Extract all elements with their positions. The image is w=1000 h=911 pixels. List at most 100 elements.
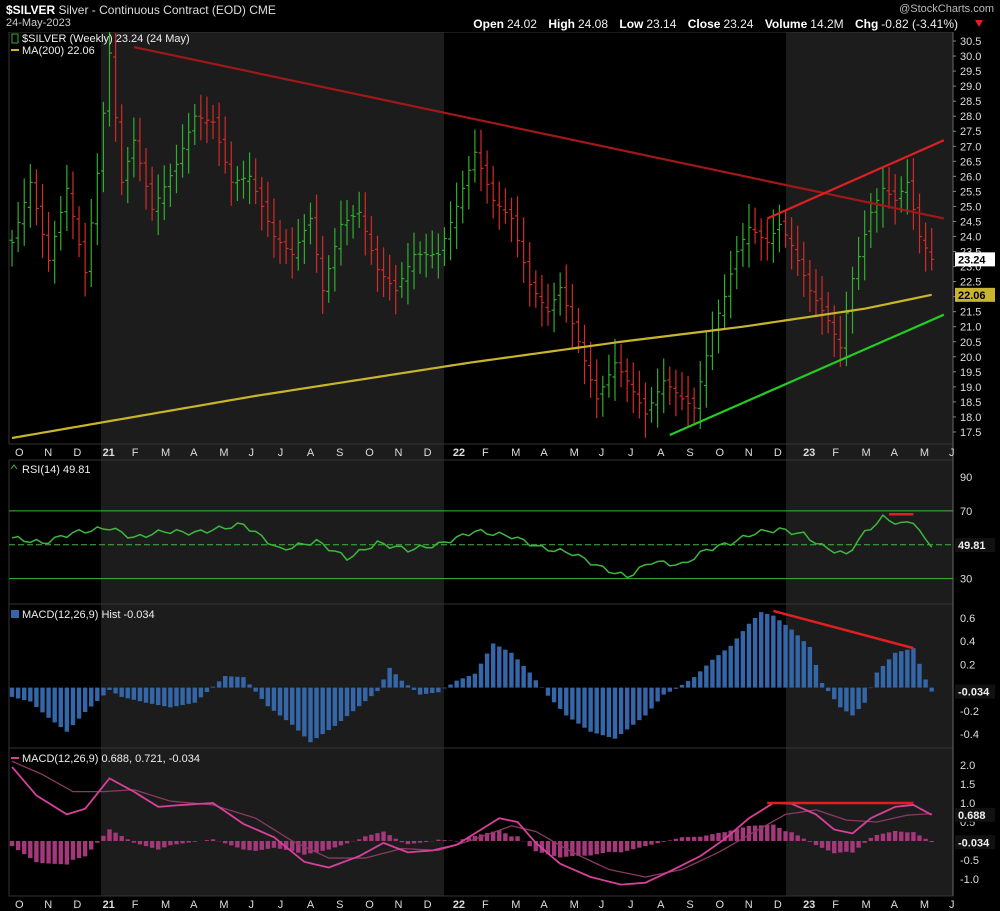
price-tick-label: 29.5 bbox=[960, 66, 981, 78]
macd-hist-bar bbox=[612, 840, 618, 853]
macd-hist-bar bbox=[381, 831, 386, 841]
macd-hist-bar bbox=[290, 840, 295, 851]
x-tick-label: J bbox=[599, 447, 605, 459]
macd-hist-bar bbox=[698, 836, 703, 841]
macd-hist-bar bbox=[795, 835, 800, 841]
macd-hist-bar bbox=[497, 830, 502, 841]
hist-bar bbox=[405, 685, 411, 688]
exchange: CME bbox=[249, 3, 276, 17]
hist-bar bbox=[728, 645, 733, 688]
hist-bar bbox=[229, 676, 234, 688]
macd-hist-bar bbox=[259, 840, 264, 850]
price-tick-label: 17.5 bbox=[960, 427, 981, 439]
x-tick-label-bottom: D bbox=[424, 899, 432, 911]
macd-hist-bar bbox=[223, 840, 228, 844]
hist-bar bbox=[356, 687, 362, 707]
macd-tick-label: 2.0 bbox=[960, 760, 975, 772]
macd-hist-bar bbox=[631, 840, 636, 850]
x-tick-label-bottom: M bbox=[511, 899, 520, 911]
hist-bar bbox=[807, 646, 813, 688]
macd-hist-bar bbox=[235, 840, 240, 848]
price-tick-label: 24.0 bbox=[960, 231, 981, 243]
x-tick-label: D bbox=[774, 447, 782, 459]
macd-tick-label: -0.5 bbox=[960, 855, 979, 867]
hist-bar bbox=[143, 687, 149, 703]
macd-hist-bar bbox=[107, 829, 112, 841]
x-tick-label: 23 bbox=[803, 447, 815, 459]
price-tick-label: 21.5 bbox=[960, 307, 981, 319]
macd-hist-bar bbox=[905, 832, 910, 841]
macd-hist-bar bbox=[557, 840, 563, 858]
year-band-2021 bbox=[101, 32, 444, 896]
hist-bar bbox=[149, 687, 155, 704]
x-tick-label: O bbox=[365, 447, 374, 459]
hist-tick-label: 0.4 bbox=[960, 636, 975, 648]
low-value: 23.14 bbox=[646, 17, 677, 31]
instrument-name: Silver - Continuous Contract (EOD) bbox=[58, 3, 246, 17]
hist-tick-label: 0.2 bbox=[960, 659, 975, 671]
macd-hist-bar bbox=[332, 840, 338, 848]
macd-hist-bar bbox=[515, 836, 520, 841]
symbol: $SILVER bbox=[6, 3, 56, 17]
macd-hist-bar bbox=[174, 840, 179, 845]
macd-hist-bar bbox=[308, 840, 313, 854]
macd-hist-bar bbox=[874, 834, 880, 841]
macd-hist-bar bbox=[832, 840, 837, 854]
hist-bar bbox=[314, 687, 319, 739]
hist-bar bbox=[369, 687, 374, 697]
macd-hist-bar bbox=[679, 837, 685, 841]
x-tick-label-bottom: J bbox=[949, 899, 955, 911]
hist-bar bbox=[375, 687, 380, 692]
hist-bar bbox=[661, 687, 666, 695]
hist-bar bbox=[387, 667, 392, 688]
x-tick-label: A bbox=[540, 447, 548, 459]
hist-bar bbox=[241, 677, 246, 688]
chg-value: -0.82 (-3.41%) bbox=[881, 17, 958, 31]
ma-last-marker: 22.06 bbox=[958, 290, 986, 302]
x-tick-label-bottom: M bbox=[861, 899, 870, 911]
hist-bar bbox=[28, 687, 33, 702]
year-band-2023 bbox=[786, 32, 953, 896]
x-tick-label: N bbox=[394, 447, 402, 459]
low-label: Low bbox=[619, 17, 644, 31]
hist-legend: MACD(12,26,9) Hist -0.034 bbox=[22, 609, 155, 621]
hist-bar bbox=[308, 687, 313, 743]
x-tick-label: D bbox=[73, 447, 81, 459]
hist-bar bbox=[131, 687, 137, 700]
macd-hist-bar bbox=[369, 834, 374, 841]
hist-bar bbox=[905, 649, 910, 688]
hist-bar bbox=[698, 671, 703, 688]
macd-hist-bar bbox=[929, 840, 934, 843]
hist-tick-label: 0.6 bbox=[960, 613, 975, 625]
macd-hist-bar bbox=[411, 840, 417, 844]
hist-bar bbox=[52, 687, 57, 723]
hist-bar bbox=[472, 673, 478, 688]
macd-hist-bar bbox=[229, 840, 234, 846]
hist-bar bbox=[886, 659, 892, 688]
macd-hist-bar bbox=[838, 840, 843, 853]
hist-bar bbox=[832, 687, 837, 700]
price-tick-label: 20.0 bbox=[960, 352, 981, 364]
macd-hist-bar bbox=[192, 840, 197, 842]
macd-hist-bar bbox=[15, 840, 21, 851]
x-tick-label: F bbox=[482, 447, 489, 459]
price-legend: $SILVER (Weekly) 23.24 (24 May) bbox=[22, 33, 190, 45]
macd-hist-last-marker: -0.034 bbox=[958, 837, 990, 849]
chg-label: Chg bbox=[854, 17, 879, 31]
hist-bar bbox=[107, 687, 112, 690]
macd-hist-bar bbox=[46, 840, 51, 864]
high-label: High bbox=[548, 17, 575, 31]
macd-hist-bar bbox=[819, 840, 825, 848]
x-tick-label: N bbox=[745, 447, 753, 459]
hist-bar bbox=[22, 687, 27, 700]
hist-bar bbox=[290, 687, 295, 725]
chart-date: 24-May-2023 bbox=[6, 17, 71, 29]
macd-hist-bar bbox=[344, 840, 350, 844]
hist-bar bbox=[813, 664, 819, 688]
hist-bar bbox=[588, 687, 593, 732]
hist-bar bbox=[442, 687, 447, 689]
hist-bar bbox=[679, 684, 685, 688]
x-tick-label: 22 bbox=[453, 447, 465, 459]
rsi-tick-label: 30 bbox=[960, 574, 972, 586]
macd-hist-bar bbox=[241, 840, 246, 850]
